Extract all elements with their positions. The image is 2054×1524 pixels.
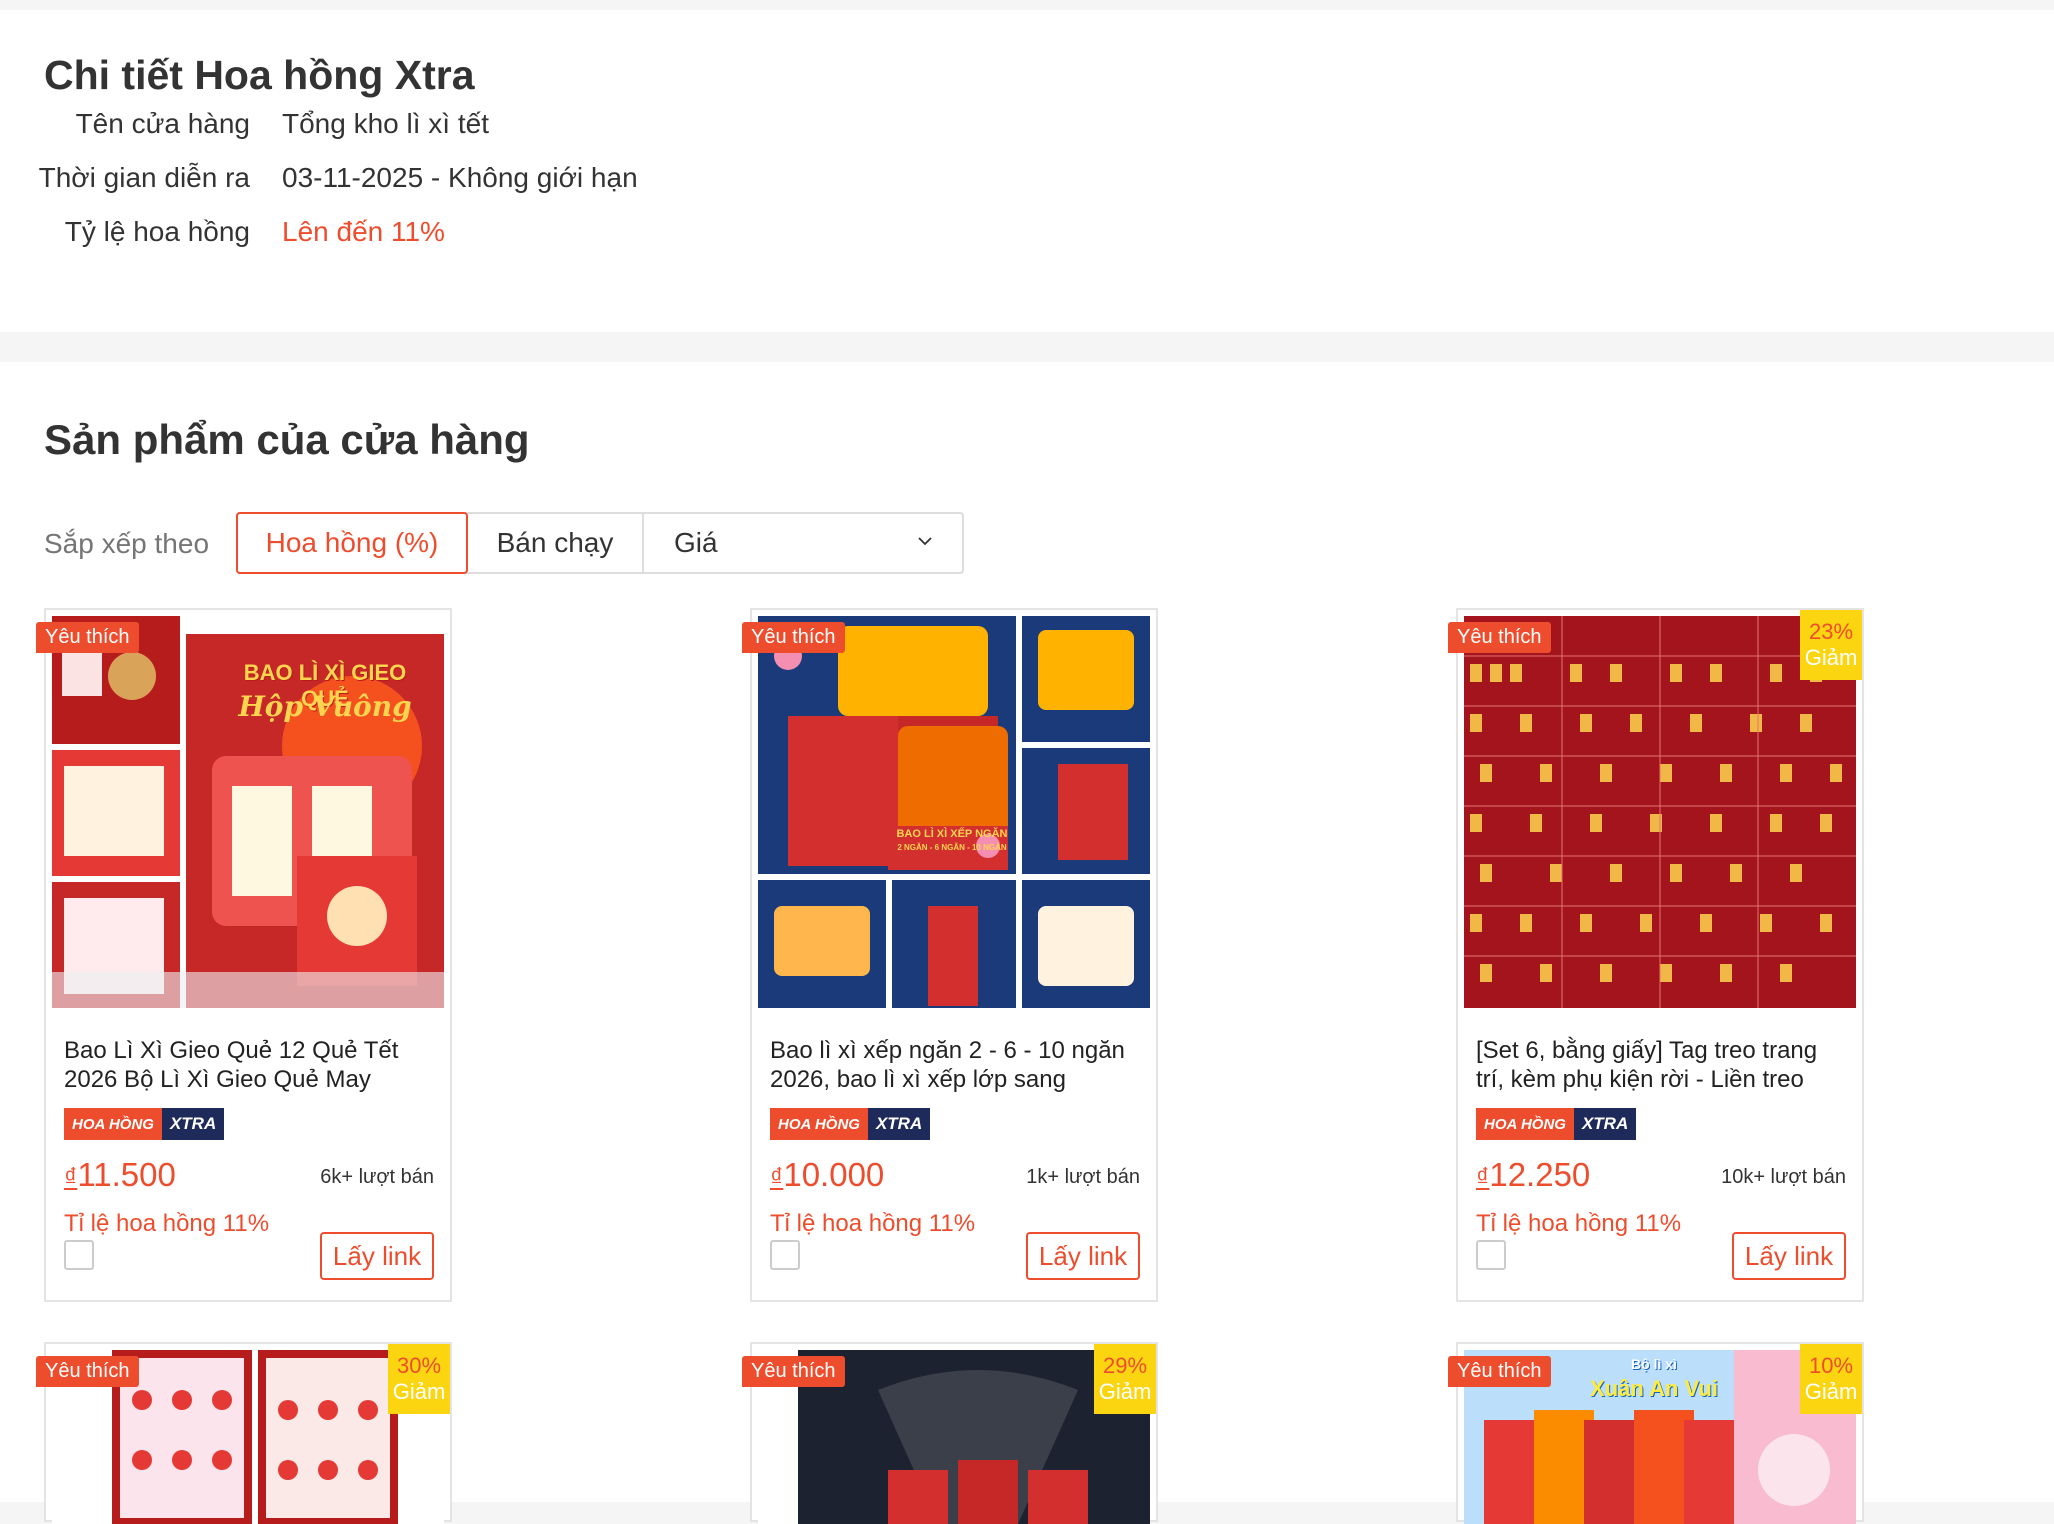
page: Chi tiết Hoa hồng Xtra Tên cửa hàng Tổng…	[0, 0, 2054, 1524]
products-title: Sản phẩm của cửa hàng	[44, 416, 530, 463]
sold-count: 6k+ lượt bán	[320, 1166, 434, 1188]
get-link-button[interactable]: Lấy link	[1026, 1232, 1140, 1280]
currency-symbol: ₫	[64, 1162, 78, 1192]
info-value-period: 03-11-2025 - Không giới hạn	[282, 162, 638, 193]
discount-percent: 30%	[396, 1353, 442, 1378]
xtra-tag-right: XTRA	[161, 1108, 225, 1140]
price-value: 12.250	[1489, 1156, 1591, 1193]
discount-badge: 30% Giảm	[388, 1344, 450, 1414]
xtra-tag-right: XTRA	[1573, 1108, 1637, 1140]
product-card[interactable]: Yêu thích 29% Giảm	[742, 1342, 1158, 1524]
info-row-shop: Tên cửa hàng Tổng kho lì xì tết	[0, 108, 800, 148]
info-label-rate: Tỷ lệ hoa hồng	[64, 216, 250, 247]
product-image[interactable]: BAO LÌ XÌ GIEO QUẺ Hộp Vuông	[52, 616, 444, 1008]
commission-rate: Tỉ lệ hoa hồng 11%	[64, 1210, 270, 1237]
favorite-badge: Yêu thích	[742, 1356, 845, 1387]
product-title[interactable]: [Set 6, bằng giấy] Tag treo trang trí, k…	[1476, 1036, 1848, 1094]
product-image[interactable]: BAO LÌ XÌ XẾP NGĂN 2 NGĂN - 6 NGĂN - 10 …	[758, 616, 1150, 1008]
price-value: 11.500	[77, 1156, 176, 1193]
discount-badge: 23% Giảm	[1800, 610, 1862, 680]
product-card[interactable]: Yêu thích 23% Giảm [Set 6, bằng giấy] Ta…	[1448, 608, 1864, 1302]
discount-label: Giảm	[1098, 1379, 1152, 1404]
commission-rate: Tỉ lệ hoa hồng 11%	[770, 1210, 976, 1237]
price-value: 10.000	[783, 1156, 885, 1193]
product-title[interactable]: Bao Lì Xì Gieo Quẻ 12 Quẻ Tết 2026 Bộ Lì…	[64, 1036, 436, 1094]
xtra-commission-tag: HOA HỒNG XTRA	[1476, 1108, 1637, 1140]
discount-percent: 23%	[1808, 619, 1854, 644]
favorite-badge: Yêu thích	[1448, 1356, 1551, 1387]
product-image[interactable]	[1464, 616, 1856, 1008]
info-value-rate: Lên đến 11%	[282, 216, 445, 247]
product-card[interactable]: Bộ lì xì Xuân An Vui Yêu thích 10% Giảm	[1448, 1342, 1864, 1524]
product-title[interactable]: Bao lì xì xếp ngăn 2 - 6 - 10 ngăn 2026,…	[770, 1036, 1142, 1094]
info-row-rate: Tỷ lệ hoa hồng Lên đến 11%	[0, 216, 800, 256]
select-checkbox[interactable]	[64, 1240, 94, 1270]
product-card[interactable]: BAO LÌ XÌ GIEO QUẺ Hộp Vuông Yêu thích B…	[36, 608, 452, 1302]
image-caption-line2: 2 NGĂN - 6 NGĂN - 10 NGĂN	[897, 843, 1007, 852]
xtra-tag-left: HOA HỒNG	[64, 1108, 162, 1140]
xtra-commission-tag: HOA HỒNG XTRA	[64, 1108, 225, 1140]
folding-envelope-image	[758, 616, 1150, 1008]
select-checkbox[interactable]	[1476, 1240, 1506, 1270]
product-card[interactable]: Yêu thích 30% Giảm	[36, 1342, 452, 1524]
discount-label: Giảm	[392, 1379, 446, 1404]
hanging-tags-image	[1464, 616, 1856, 1008]
image-caption: BAO LÌ XÌ XẾP NGĂN 2 NGĂN - 6 NGĂN - 10 …	[890, 828, 1014, 854]
image-subcaption: Xuân An Vui	[1590, 1376, 1718, 1401]
discount-percent: 10%	[1808, 1353, 1854, 1378]
image-caption-line1: BAO LÌ XÌ XẾP NGĂN	[896, 828, 1008, 840]
xtra-commission-tag: HOA HỒNG XTRA	[770, 1108, 931, 1140]
xtra-tag-left: HOA HỒNG	[1476, 1108, 1574, 1140]
info-value-shop: Tổng kho lì xì tết	[282, 108, 489, 139]
get-link-button[interactable]: Lấy link	[1732, 1232, 1846, 1280]
sort-price-select[interactable]: Giá	[644, 512, 962, 574]
sold-count: 10k+ lượt bán	[1721, 1166, 1846, 1188]
chevron-down-icon	[918, 537, 932, 546]
sold-count: 1k+ lượt bán	[1026, 1166, 1140, 1188]
product-price: ₫11.500	[64, 1156, 176, 1194]
image-caption: Bộ lì xì	[1631, 1356, 1677, 1372]
info-row-period: Thời gian diễn ra 03-11-2025 - Không giớ…	[0, 162, 800, 202]
commission-rate: Tỉ lệ hoa hồng 11%	[1476, 1210, 1682, 1237]
xtra-tag-right: XTRA	[867, 1108, 931, 1140]
top-strip	[0, 0, 2054, 10]
shop-products-card: Sản phẩm của cửa hàng Sắp xếp theo Hoa h…	[0, 362, 2054, 1524]
currency-symbol: ₫	[770, 1162, 784, 1192]
favorite-badge: Yêu thích	[742, 622, 845, 653]
sort-label: Sắp xếp theo	[44, 528, 210, 559]
discount-label: Giảm	[1804, 645, 1858, 670]
xtra-detail-card: Chi tiết Hoa hồng Xtra Tên cửa hàng Tổng…	[0, 10, 2054, 332]
get-link-button[interactable]: Lấy link	[320, 1232, 434, 1280]
product-card[interactable]: BAO LÌ XÌ XẾP NGĂN 2 NGĂN - 6 NGĂN - 10 …	[742, 608, 1158, 1302]
favorite-badge: Yêu thích	[36, 1356, 139, 1387]
favorite-badge: Yêu thích	[36, 622, 139, 653]
xtra-tag-left: HOA HỒNG	[770, 1108, 868, 1140]
discount-percent: 29%	[1102, 1353, 1148, 1378]
currency-symbol: ₫	[1476, 1162, 1490, 1192]
info-label-shop: Tên cửa hàng	[75, 108, 250, 139]
product-price: ₫12.250	[1476, 1156, 1590, 1194]
info-label-period: Thời gian diễn ra	[38, 162, 250, 193]
sort-price-label: Giá	[674, 527, 718, 558]
sort-commission-button[interactable]: Hoa hồng (%)	[236, 512, 468, 574]
discount-badge: 10% Giảm	[1800, 1344, 1862, 1414]
discount-badge: 29% Giảm	[1094, 1344, 1156, 1414]
select-checkbox[interactable]	[770, 1240, 800, 1270]
image-subcaption: Hộp Vuông	[238, 690, 412, 723]
sort-options: Hoa hồng (%) Bán chạy Giá	[236, 512, 964, 574]
favorite-badge: Yêu thích	[1448, 622, 1551, 653]
product-price: ₫10.000	[770, 1156, 884, 1194]
sort-bestseller-button[interactable]: Bán chạy	[468, 512, 642, 574]
discount-label: Giảm	[1804, 1379, 1858, 1404]
detail-title: Chi tiết Hoa hồng Xtra	[44, 52, 475, 98]
